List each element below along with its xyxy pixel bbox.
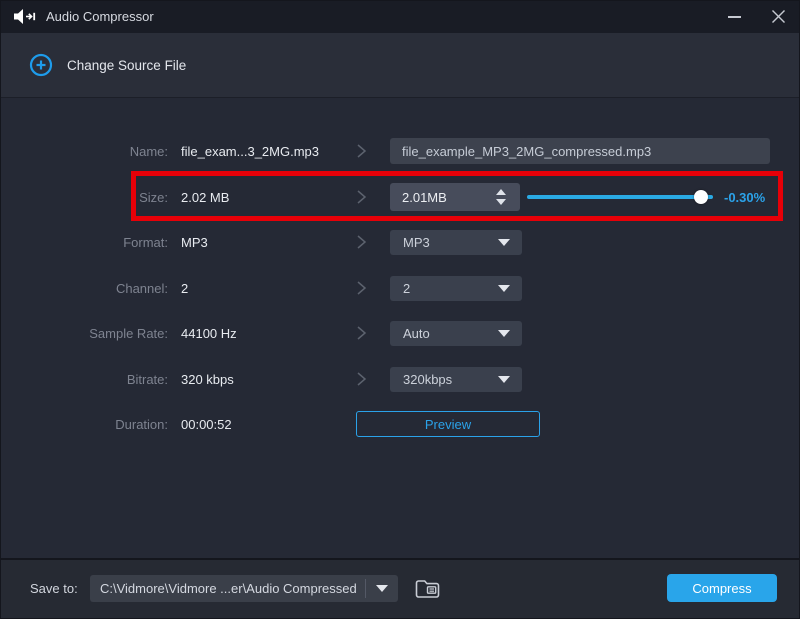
name-row: Name: file_exam...3_2MG.mp3 file_example… (0, 137, 800, 165)
close-button[interactable] (756, 0, 800, 33)
size-slider[interactable] (527, 183, 713, 211)
size-source-value: 2.02 MB (181, 190, 229, 205)
format-source-value: MP3 (181, 235, 208, 250)
title-bar: Audio Compressor (0, 0, 800, 33)
chevron-right-icon (356, 234, 367, 250)
bitrate-label: Bitrate: (0, 372, 168, 387)
size-label: Size: (0, 190, 168, 205)
format-dropdown[interactable]: MP3 (390, 230, 522, 255)
save-path-combobox[interactable]: C:\Vidmore\Vidmore ...er\Audio Compresse… (90, 575, 398, 602)
slider-track (527, 195, 713, 199)
bitrate-source-value: 320 kbps (181, 372, 234, 387)
browse-folder-button[interactable] (411, 575, 443, 602)
channel-dropdown[interactable]: 2 (390, 276, 522, 301)
format-label: Format: (0, 235, 168, 250)
channel-dropdown-value: 2 (390, 281, 498, 296)
chevron-right-icon (356, 280, 367, 296)
save-path-value: C:\Vidmore\Vidmore ...er\Audio Compresse… (90, 581, 365, 596)
bitrate-dropdown[interactable]: 320kbps (390, 367, 522, 392)
settings-panel: Name: file_exam...3_2MG.mp3 file_example… (0, 98, 800, 558)
channel-row: Channel: 2 2 (0, 274, 800, 302)
save-to-label: Save to: (30, 581, 78, 596)
change-source-file-label: Change Source File (67, 58, 186, 73)
window-controls (712, 0, 800, 33)
folder-icon (414, 577, 441, 600)
output-filename-field[interactable]: file_example_MP3_2MG_compressed.mp3 (390, 138, 770, 164)
close-icon (771, 9, 786, 24)
sample-rate-label: Sample Rate: (0, 326, 168, 341)
audio-compressor-icon (13, 8, 37, 25)
channel-label: Channel: (0, 281, 168, 296)
chevron-down-icon (376, 585, 388, 592)
window-title: Audio Compressor (46, 9, 154, 24)
size-reduction-badge: -0.30% (724, 190, 765, 205)
slider-handle[interactable] (694, 190, 708, 204)
change-source-file-button[interactable]: Change Source File (29, 53, 186, 77)
format-dropdown-value: MP3 (390, 235, 498, 250)
format-row: Format: MP3 MP3 (0, 228, 800, 256)
duration-row: Duration: 00:00:52 Preview (0, 410, 800, 438)
sample-rate-source-value: 44100 Hz (181, 326, 237, 341)
minimize-icon (728, 16, 741, 18)
name-source-value: file_exam...3_2MG.mp3 (181, 144, 319, 159)
bitrate-dropdown-value: 320kbps (390, 372, 498, 387)
target-size-value: 2.01MB (390, 190, 496, 205)
sample-rate-row: Sample Rate: 44100 Hz Auto (0, 319, 800, 347)
chevron-right-icon (356, 371, 367, 387)
spinner-down-button[interactable] (496, 199, 506, 205)
channel-source-value: 2 (181, 281, 188, 296)
chevron-down-icon (498, 376, 510, 383)
source-header: Change Source File (0, 33, 800, 98)
chevron-right-icon (356, 143, 367, 159)
chevron-down-icon (498, 239, 510, 246)
preview-button[interactable]: Preview (356, 411, 540, 437)
compress-button[interactable]: Compress (667, 574, 777, 602)
chevron-right-icon (356, 189, 367, 205)
spinner-up-button[interactable] (496, 189, 506, 195)
footer-bar: Save to: C:\Vidmore\Vidmore ...er\Audio … (0, 558, 800, 619)
sample-rate-dropdown[interactable]: Auto (390, 321, 522, 346)
chevron-down-icon (498, 330, 510, 337)
chevron-right-icon (356, 325, 367, 341)
name-label: Name: (0, 144, 168, 159)
duration-value: 00:00:52 (181, 417, 232, 432)
minimize-button[interactable] (712, 0, 756, 33)
sample-rate-dropdown-value: Auto (390, 326, 498, 341)
save-path-dropdown-button[interactable] (366, 585, 398, 592)
plus-circle-icon (29, 53, 53, 77)
duration-label: Duration: (0, 417, 168, 432)
size-row: Size: 2.02 MB 2.01MB -0.30% (0, 183, 800, 211)
chevron-down-icon (498, 285, 510, 292)
bitrate-row: Bitrate: 320 kbps 320kbps (0, 365, 800, 393)
spinner-arrows (496, 189, 506, 205)
target-size-spinner[interactable]: 2.01MB (390, 183, 520, 211)
